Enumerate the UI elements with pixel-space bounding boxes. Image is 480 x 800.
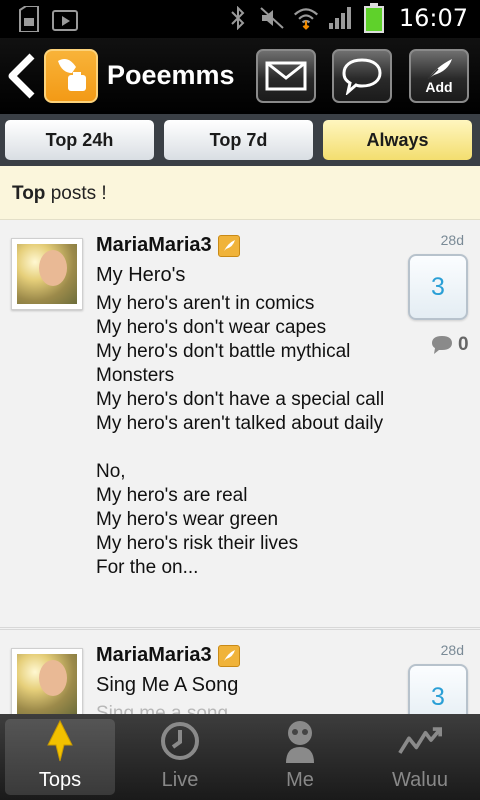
nav-waluu-label: Waluu [392, 769, 448, 791]
play-store-icon [52, 6, 78, 32]
tab-top-7d[interactable]: Top 7d [164, 120, 313, 160]
poet-badge-icon [217, 644, 240, 667]
nav-waluu[interactable]: Waluu [360, 714, 480, 800]
battery-icon [361, 3, 387, 33]
author-avatar[interactable] [11, 648, 83, 714]
action-bar: Poeemms Add [0, 38, 480, 114]
clock-time: 16:07 [398, 4, 468, 32]
status-bar: 16:07 [0, 0, 480, 38]
tab-top-24h[interactable]: Top 24h [5, 120, 154, 160]
post-title[interactable]: Sing Me A Song [96, 674, 238, 697]
avatar-photo [17, 654, 77, 714]
tab-always[interactable]: Always [323, 120, 472, 160]
banner-text: posts ! [45, 183, 107, 204]
banner-bold-text: Top [12, 183, 46, 204]
nav-tops-label: Tops [38, 769, 82, 791]
wifi-icon [293, 5, 319, 31]
post-title[interactable]: My Hero's [96, 264, 185, 287]
messages-button[interactable] [256, 49, 316, 103]
author-avatar[interactable] [11, 238, 83, 310]
add-button-label: Add [425, 79, 453, 95]
nav-me[interactable]: Me [240, 714, 360, 800]
post-card[interactable]: MariaMaria3 My Hero's My hero's aren't i… [0, 220, 480, 628]
app-logo[interactable] [44, 49, 98, 103]
bluetooth-icon [225, 5, 251, 31]
vote-button[interactable]: 3 [408, 664, 468, 714]
comment-count-value: 0 [458, 334, 469, 355]
chat-button[interactable] [332, 49, 392, 103]
post-card[interactable]: MariaMaria3 Sing Me A Song Sing me a son… [0, 629, 480, 714]
post-age: 28d [440, 642, 464, 658]
poet-badge-icon [217, 234, 240, 257]
profile-icon [278, 719, 322, 763]
waluu-icon [398, 719, 442, 763]
back-chevron-icon[interactable] [4, 52, 38, 100]
nav-me-label: Me [286, 769, 314, 791]
top-posts-banner: Top posts ! [0, 166, 480, 220]
clock-icon [158, 719, 202, 763]
add-post-button[interactable]: Add [409, 49, 469, 103]
feather-quill-icon [427, 59, 452, 80]
time-filter-tabs: Top 24h Top 7d Always [0, 114, 480, 166]
envelope-icon [265, 61, 307, 91]
app-title: Poeemms [107, 60, 235, 90]
post-author[interactable]: MariaMaria3 [96, 234, 240, 257]
post-age: 28d [440, 232, 464, 248]
nav-live-label: Live [161, 769, 199, 791]
posts-feed[interactable]: MariaMaria3 My Hero's My hero's aren't i… [0, 220, 480, 714]
mute-icon [259, 5, 285, 31]
post-body[interactable]: Sing me a song [96, 702, 396, 714]
tops-arrow-icon [38, 719, 82, 763]
signal-icon [327, 5, 353, 31]
vote-button[interactable]: 3 [408, 254, 468, 320]
comment-count[interactable]: 0 [430, 334, 469, 356]
avatar-photo [17, 244, 77, 304]
author-name: MariaMaria3 [96, 644, 212, 666]
author-name: MariaMaria3 [96, 234, 212, 256]
comment-bubble-icon [432, 336, 452, 354]
bottom-navigation: Tops Live Me Waluu [0, 714, 480, 800]
nav-live[interactable]: Live [120, 714, 240, 800]
post-author[interactable]: MariaMaria3 [96, 644, 240, 667]
speech-bubble-icon [342, 58, 382, 95]
quill-logo-icon [58, 59, 86, 91]
sd-card-icon [16, 6, 42, 32]
post-body[interactable]: My hero's aren't in comics My hero's don… [96, 292, 396, 580]
nav-tops[interactable]: Tops [0, 714, 120, 800]
